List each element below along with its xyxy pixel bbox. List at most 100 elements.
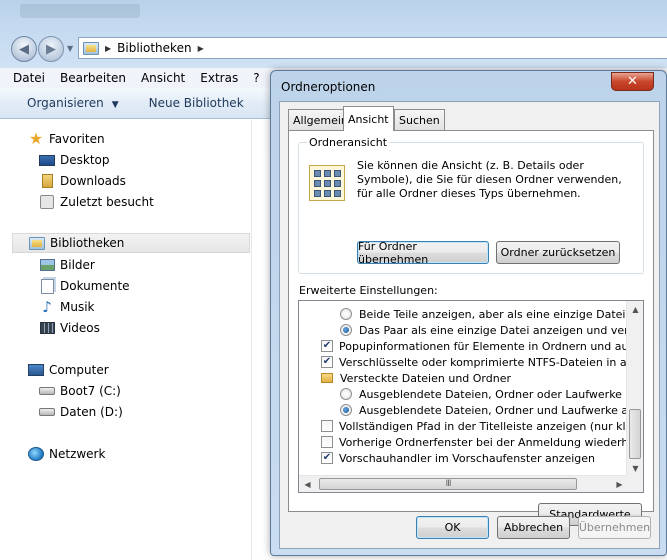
horizontal-scroll-thumb[interactable]: III	[319, 478, 577, 490]
drive-icon	[39, 404, 55, 420]
settings-row[interactable]: Ausgeblendete Dateien, Ordner oder Laufw…	[340, 386, 644, 402]
vertical-scrollbar[interactable]: ▲ ▼	[626, 301, 643, 477]
tab-panel-view: Ordneransicht Sie können die Ansicht (z.…	[288, 130, 654, 526]
settings-row[interactable]: Vorherige Ordnerfenster bei der Anmeldun…	[321, 434, 643, 450]
settings-row[interactable]: ✔ Verschlüsselte oder komprimierte NTFS-D…	[321, 354, 644, 370]
settings-row-label: Popupinformationen für Elemente in Ordne…	[339, 339, 644, 353]
recent-places-icon	[39, 194, 55, 210]
apply-button[interactable]: Übernehmen	[578, 516, 651, 539]
checkbox[interactable]	[321, 420, 333, 432]
radio-button[interactable]	[340, 324, 352, 336]
folder-view-group: Ordneransicht Sie können die Ansicht (z.…	[298, 136, 644, 274]
scroll-left-icon[interactable]: ◀	[299, 476, 316, 492]
horizontal-scrollbar[interactable]: ◀ III ▶	[299, 475, 643, 492]
navigation-pane: ★ Favoriten Desktop Downloads Zuletzt be…	[0, 120, 252, 560]
organize-button[interactable]: Organisieren ▼	[27, 96, 119, 110]
breadcrumb-libraries[interactable]: Bibliotheken	[117, 41, 191, 55]
dialog-title: Ordneroptionen	[281, 80, 376, 94]
back-arrow-icon: ◀	[19, 41, 29, 57]
nav-label: Zuletzt besucht	[60, 195, 154, 209]
breadcrumb-separator-icon[interactable]: ▶	[105, 44, 111, 53]
ok-button[interactable]: OK	[416, 516, 489, 539]
forward-arrow-icon: ▶	[46, 41, 56, 57]
settings-row[interactable]: ✔ Vorschauhandler im Vorschaufenster anze…	[321, 450, 595, 466]
forward-button[interactable]: ▶	[38, 36, 64, 62]
close-button[interactable]: ✕	[611, 72, 654, 91]
menu-tools[interactable]: Extras	[200, 71, 238, 85]
videos-icon	[39, 320, 55, 336]
settings-row-label: Das Paar als eine einzige Datei anzeigen…	[359, 323, 644, 337]
nav-item-pictures[interactable]: Bilder	[39, 255, 95, 275]
new-library-button[interactable]: Neue Bibliothek	[149, 96, 244, 110]
back-button[interactable]: ◀	[11, 36, 37, 62]
nav-item-downloads[interactable]: Downloads	[39, 171, 126, 191]
settings-row-label: Ausgeblendete Dateien, Ordner oder Laufw…	[359, 387, 644, 401]
explorer-titlebar: ◀ ▶ ▼ ▶ Bibliotheken ▶	[0, 0, 667, 68]
chevron-down-icon: ▼	[111, 100, 119, 110]
nav-label: Computer	[49, 363, 109, 377]
nav-item-documents[interactable]: Dokumente	[39, 276, 130, 296]
radio-button[interactable]	[340, 388, 352, 400]
tab-search[interactable]: Suchen	[394, 109, 445, 130]
settings-row-label: Beide Teile anzeigen, aber als eine einz…	[359, 307, 644, 321]
apply-to-folders-button[interactable]: Für Ordner übernehmen	[357, 240, 489, 266]
dialog-body: Allgemein Ansicht Suchen Ordneransicht S…	[279, 101, 660, 549]
network-icon	[28, 446, 44, 462]
nav-label: Musik	[60, 300, 95, 314]
address-bar[interactable]: ▶ Bibliotheken ▶	[78, 37, 667, 59]
menu-edit[interactable]: Bearbeiten	[60, 71, 126, 85]
nav-label: Desktop	[60, 153, 110, 167]
settings-row[interactable]: Ausgeblendete Dateien, Ordner und Laufwe…	[340, 402, 644, 418]
settings-row[interactable]: Das Paar als eine einzige Datei anzeigen…	[340, 322, 644, 338]
nav-label: Favoriten	[49, 132, 105, 146]
cancel-button[interactable]: Abbrechen	[497, 516, 570, 539]
nav-favorites[interactable]: ★ Favoriten	[28, 129, 105, 149]
nav-item-recent[interactable]: Zuletzt besucht	[39, 192, 154, 212]
tab-view[interactable]: Ansicht	[343, 106, 394, 131]
advanced-settings-label: Erweiterte Einstellungen:	[299, 284, 438, 297]
checkbox[interactable]	[321, 436, 333, 448]
documents-icon	[39, 278, 55, 294]
nav-network[interactable]: Netzwerk	[28, 444, 105, 464]
settings-row[interactable]: Vollständigen Pfad in der Titelleiste an…	[321, 418, 643, 434]
nav-item-drive-d[interactable]: Daten (D:)	[39, 402, 123, 422]
nav-computer[interactable]: Computer	[28, 360, 109, 380]
music-icon: ♪	[42, 298, 52, 316]
folder-view-description: Sie können die Ansicht (z. B. Details od…	[357, 159, 622, 200]
radio-button[interactable]	[340, 404, 352, 416]
folder-options-dialog: Ordneroptionen ✕ Allgemein Ansicht Suche…	[270, 70, 667, 556]
nav-item-desktop[interactable]: Desktop	[39, 150, 110, 170]
settings-row-label: Ausgeblendete Dateien, Ordner und Laufwe…	[359, 403, 644, 417]
settings-row[interactable]: ✔ Popupinformationen für Elemente in Ordn…	[321, 338, 644, 354]
nav-label: Boot7 (C:)	[60, 384, 121, 398]
nav-label: Videos	[60, 321, 100, 335]
vertical-scroll-thumb[interactable]	[629, 409, 641, 459]
settings-row[interactable]: Beide Teile anzeigen, aber als eine einz…	[340, 306, 644, 322]
downloads-icon	[39, 173, 55, 189]
checkbox[interactable]: ✔	[321, 340, 333, 352]
scroll-up-icon[interactable]: ▲	[627, 301, 643, 318]
nav-item-music[interactable]: ♪ Musik	[39, 297, 95, 317]
pictures-icon	[39, 257, 55, 273]
explorer-title-ghost	[20, 4, 140, 18]
settings-row[interactable]: Versteckte Dateien und Ordner	[321, 370, 511, 386]
menu-file[interactable]: Datei	[13, 71, 45, 85]
settings-row-label: Verschlüsselte oder komprimierte NTFS-Da…	[339, 355, 644, 369]
star-icon: ★	[28, 129, 44, 148]
settings-row-label: Versteckte Dateien und Ordner	[340, 371, 512, 385]
recent-pages-dropdown-icon[interactable]: ▼	[67, 44, 73, 53]
folder-view-label: Ordneransicht	[307, 136, 390, 149]
radio-button[interactable]	[340, 308, 352, 320]
breadcrumb-separator-icon[interactable]: ▶	[198, 44, 204, 53]
menu-view[interactable]: Ansicht	[141, 71, 185, 85]
nav-libraries[interactable]: Bibliotheken	[12, 233, 250, 253]
checkbox[interactable]: ✔	[321, 356, 333, 368]
folder-icon	[321, 373, 333, 383]
nav-label: Bibliotheken	[50, 236, 125, 250]
nav-item-drive-c[interactable]: Boot7 (C:)	[39, 381, 121, 401]
advanced-settings-list[interactable]: ✔ Vorschauhandler im Vorschaufenster anze…	[298, 300, 644, 493]
reset-folders-button[interactable]: Ordner zurücksetzen	[496, 241, 620, 264]
nav-item-videos[interactable]: Videos	[39, 318, 100, 338]
menu-help[interactable]: ?	[253, 71, 259, 85]
checkbox[interactable]: ✔	[321, 452, 333, 464]
